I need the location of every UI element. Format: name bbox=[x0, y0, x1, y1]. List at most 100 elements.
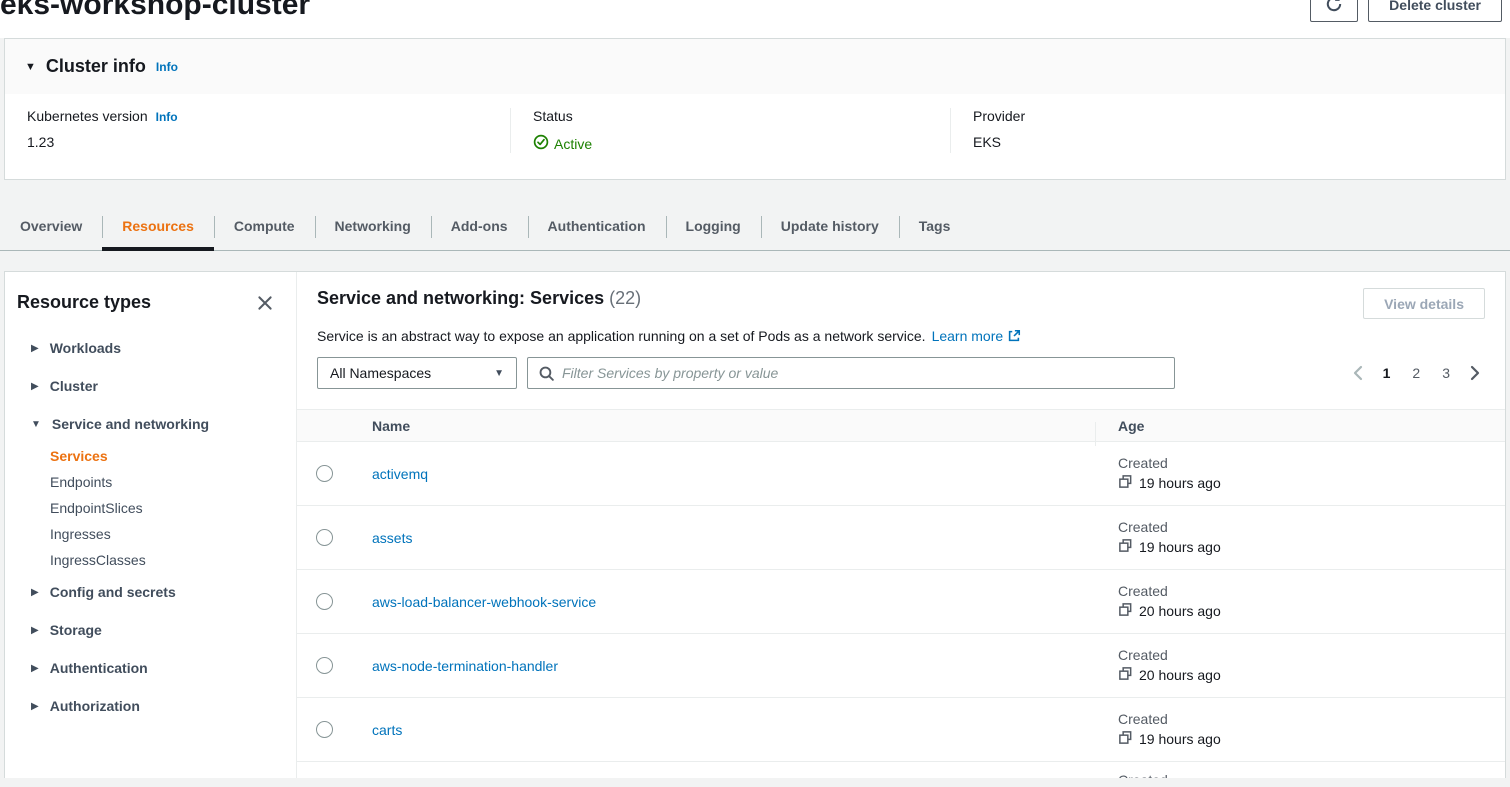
row-radio[interactable] bbox=[316, 657, 333, 674]
sidebar-group-label: Cluster bbox=[50, 378, 98, 394]
copy-icon[interactable] bbox=[1118, 602, 1133, 620]
tab-add-ons[interactable]: Add-ons bbox=[431, 203, 528, 250]
sidebar-group-label: Storage bbox=[50, 622, 102, 638]
sidebar-group-cluster[interactable]: ▶ Cluster bbox=[5, 367, 296, 405]
services-description: Service is an abstract way to expose an … bbox=[317, 328, 1485, 344]
created-label: Created bbox=[1118, 583, 1505, 599]
service-link[interactable]: activemq bbox=[372, 466, 428, 482]
copy-icon[interactable] bbox=[1118, 730, 1133, 748]
sidebar-item-endpoints[interactable]: Endpoints bbox=[5, 469, 296, 495]
copy-icon[interactable] bbox=[1118, 538, 1133, 556]
cluster-info-body: Kubernetes version Info 1.23 Status Acti… bbox=[5, 94, 1505, 179]
kubernetes-version-field: Kubernetes version Info 1.23 bbox=[5, 108, 510, 153]
provider-field: Provider EKS bbox=[950, 108, 1505, 153]
tab-resources[interactable]: Resources bbox=[102, 203, 214, 250]
services-filter bbox=[527, 357, 1175, 389]
column-header-age[interactable]: Age bbox=[1095, 418, 1505, 434]
kubernetes-version-value: 1.23 bbox=[27, 134, 510, 150]
tab-logging[interactable]: Logging bbox=[666, 203, 761, 250]
tab-networking[interactable]: Networking bbox=[315, 203, 431, 250]
kubernetes-version-label: Kubernetes version bbox=[27, 108, 148, 124]
delete-cluster-button[interactable]: Delete cluster bbox=[1368, 0, 1502, 22]
tab-compute[interactable]: Compute bbox=[214, 203, 315, 250]
age-value: 20 hours ago bbox=[1139, 603, 1221, 619]
row-radio[interactable] bbox=[316, 593, 333, 610]
service-link[interactable]: aws-load-balancer-webhook-service bbox=[372, 594, 596, 610]
status-active-icon bbox=[533, 134, 549, 153]
sidebar-group-label: Service and networking bbox=[52, 416, 209, 432]
cluster-info-title: Cluster info bbox=[46, 56, 146, 77]
age-value: 19 hours ago bbox=[1139, 475, 1221, 491]
age-value: 19 hours ago bbox=[1139, 731, 1221, 747]
refresh-icon bbox=[1325, 0, 1343, 16]
page-header: eks-workshop-cluster Delete cluster bbox=[0, 0, 1510, 38]
cluster-info-header[interactable]: ▼ Cluster info Info bbox=[5, 39, 1505, 94]
kubernetes-version-info-link[interactable]: Info bbox=[156, 110, 178, 124]
page-2[interactable]: 2 bbox=[1405, 361, 1427, 385]
chevron-right-icon: ▶ bbox=[31, 343, 39, 354]
learn-more-link[interactable]: Learn more bbox=[932, 328, 1004, 344]
sidebar-group-label: Authorization bbox=[50, 698, 140, 714]
provider-value: EKS bbox=[973, 134, 1505, 150]
chevron-down-icon: ▼ bbox=[31, 419, 41, 430]
created-label: Created bbox=[1118, 711, 1505, 727]
view-details-button[interactable]: View details bbox=[1363, 288, 1485, 319]
namespace-select-value: All Namespaces bbox=[330, 365, 431, 381]
row-radio[interactable] bbox=[316, 529, 333, 546]
tab-authentication[interactable]: Authentication bbox=[528, 203, 666, 250]
service-link[interactable]: aws-node-termination-handler bbox=[372, 658, 558, 674]
search-input[interactable] bbox=[562, 358, 1174, 388]
cluster-info-info-link[interactable]: Info bbox=[156, 60, 178, 74]
resource-types-title: Resource types bbox=[17, 292, 151, 313]
sidebar-group-label: Workloads bbox=[50, 340, 121, 356]
tab-tags[interactable]: Tags bbox=[899, 203, 971, 250]
provider-label: Provider bbox=[973, 108, 1025, 124]
chevron-right-icon: ▶ bbox=[31, 587, 39, 598]
sidebar-item-endpointslices[interactable]: EndpointSlices bbox=[5, 495, 296, 521]
tab-overview[interactable]: Overview bbox=[0, 203, 102, 250]
table-row: aws-load-balancer-webhook-service Create… bbox=[297, 570, 1505, 634]
table-row: activemq Created 19 hours ago bbox=[297, 442, 1505, 506]
table-row: aws-node-termination-handler Created 20 … bbox=[297, 634, 1505, 698]
namespace-select[interactable]: All Namespaces ▼ bbox=[317, 357, 517, 389]
row-radio[interactable] bbox=[316, 465, 333, 482]
page-title: eks-workshop-cluster bbox=[0, 0, 310, 20]
copy-icon[interactable] bbox=[1118, 666, 1133, 684]
next-page-icon[interactable] bbox=[1465, 361, 1485, 385]
table-header: Name Age bbox=[297, 409, 1505, 442]
created-label: Created bbox=[1118, 647, 1505, 663]
status-label: Status bbox=[533, 108, 573, 124]
column-header-name[interactable]: Name bbox=[352, 418, 1095, 434]
row-radio[interactable] bbox=[316, 721, 333, 738]
sidebar-item-ingresses[interactable]: Ingresses bbox=[5, 521, 296, 547]
service-link[interactable]: assets bbox=[372, 530, 412, 546]
status-field: Status Active bbox=[510, 108, 950, 153]
created-label: Created bbox=[1118, 455, 1505, 471]
sidebar-group-authentication[interactable]: ▶ Authentication bbox=[5, 649, 296, 687]
services-count: (22) bbox=[609, 288, 641, 308]
previous-page-icon[interactable] bbox=[1348, 361, 1368, 385]
sidebar-item-services[interactable]: Services bbox=[5, 443, 296, 469]
copy-icon[interactable] bbox=[1118, 474, 1133, 492]
created-label: Created bbox=[1118, 772, 1168, 778]
close-icon[interactable] bbox=[256, 294, 274, 312]
refresh-button[interactable] bbox=[1310, 0, 1358, 22]
tab-update-history[interactable]: Update history bbox=[761, 203, 899, 250]
page-3[interactable]: 3 bbox=[1435, 361, 1457, 385]
sidebar-group-storage[interactable]: ▶ Storage bbox=[5, 611, 296, 649]
sidebar-group-label: Authentication bbox=[50, 660, 148, 676]
chevron-right-icon: ▶ bbox=[31, 381, 39, 392]
table-row-partial: Created bbox=[297, 762, 1505, 778]
sidebar-group-service-and-networking[interactable]: ▼ Service and networking bbox=[5, 405, 296, 443]
service-link[interactable]: carts bbox=[372, 722, 402, 738]
sidebar-group-config-and-secrets[interactable]: ▶ Config and secrets bbox=[5, 573, 296, 611]
sidebar-item-ingressclasses[interactable]: IngressClasses bbox=[5, 547, 296, 573]
chevron-right-icon: ▶ bbox=[31, 625, 39, 636]
resources-content: Resource types ▶ Workloads ▶ Cluster ▼ S… bbox=[4, 271, 1506, 778]
created-label: Created bbox=[1118, 519, 1505, 535]
services-panel: Service and networking: Services (22) Vi… bbox=[297, 272, 1505, 778]
sidebar-group-workloads[interactable]: ▶ Workloads bbox=[5, 329, 296, 367]
table-row: carts Created 19 hours ago bbox=[297, 698, 1505, 762]
page-1[interactable]: 1 bbox=[1376, 361, 1398, 385]
sidebar-group-authorization[interactable]: ▶ Authorization bbox=[5, 687, 296, 725]
